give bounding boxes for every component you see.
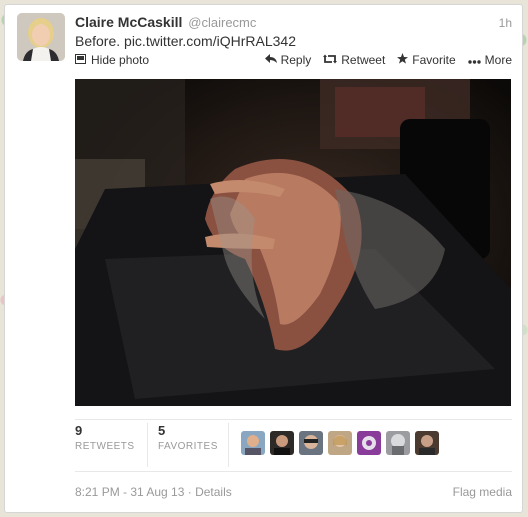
favoriter-avatar[interactable]	[386, 431, 410, 455]
favoriter-avatar[interactable]	[415, 431, 439, 455]
favoriter-avatar[interactable]	[328, 431, 352, 455]
favoriter-avatar[interactable]	[270, 431, 294, 455]
tweet-actions: Reply Retweet Favorite More	[264, 53, 512, 67]
favoriter-avatars	[241, 431, 439, 455]
favoriter-avatar[interactable]	[357, 431, 381, 455]
more-button[interactable]: More	[467, 53, 512, 67]
tweet-card: Claire McCaskill @clairecmc 1h Before. p…	[4, 4, 523, 513]
reply-label: Reply	[280, 53, 312, 67]
tweet-photo[interactable]	[75, 79, 511, 406]
hide-photo-label: Hide photo	[91, 53, 150, 67]
flag-media-link[interactable]: Flag media	[453, 485, 512, 499]
details-link[interactable]: Details	[195, 485, 232, 499]
author-name[interactable]: Claire McCaskill	[75, 14, 182, 30]
favoriter-avatar[interactable]	[241, 431, 265, 455]
favorites-stat[interactable]: 5 FAVORITES	[158, 423, 218, 467]
author-avatar[interactable]	[17, 13, 65, 61]
retweet-label: Retweet	[341, 53, 386, 67]
more-label: More	[484, 53, 512, 67]
favorites-label: FAVORITES	[158, 441, 218, 452]
stat-separator	[147, 423, 148, 467]
retweet-button[interactable]: Retweet	[323, 53, 385, 67]
reply-button[interactable]: Reply	[264, 53, 312, 67]
tweet-timestamp: 8:21 PM - 31 Aug 13 ·	[75, 485, 196, 499]
tweet-meta: 8:21 PM - 31 Aug 13 · Details	[75, 485, 232, 499]
retweet-icon	[323, 53, 338, 67]
hide-photo-icon	[75, 53, 86, 67]
favoriter-avatar[interactable]	[299, 431, 323, 455]
favorite-button[interactable]: Favorite	[397, 53, 456, 67]
favorite-icon	[397, 53, 409, 67]
hide-photo-button[interactable]: Hide photo	[75, 53, 149, 67]
tweet-time[interactable]: 1h	[499, 16, 512, 30]
tweet-photo-link[interactable]: pic.twitter.com/iQHrRAL342	[124, 33, 296, 49]
tweet-text-prefix: Before.	[75, 33, 125, 49]
more-icon	[467, 53, 481, 67]
retweets-label: RETWEETS	[75, 441, 135, 452]
author-line: Claire McCaskill @clairecmc	[75, 14, 256, 30]
author-handle[interactable]: @clairecmc	[188, 15, 256, 30]
retweets-count: 9	[75, 423, 83, 438]
stats-bottom-divider	[75, 471, 512, 472]
stat-separator	[228, 423, 229, 467]
favorites-count: 5	[158, 423, 166, 438]
stats-top-divider	[75, 419, 512, 420]
reply-icon	[264, 53, 277, 67]
tweet-actions-row: Hide photo Reply Retweet Favorite More	[75, 53, 512, 71]
favorite-label: Favorite	[412, 53, 456, 67]
tweet-text: Before. pic.twitter.com/iQHrRAL342	[75, 33, 296, 49]
retweets-stat[interactable]: 9 RETWEETS	[75, 423, 135, 467]
